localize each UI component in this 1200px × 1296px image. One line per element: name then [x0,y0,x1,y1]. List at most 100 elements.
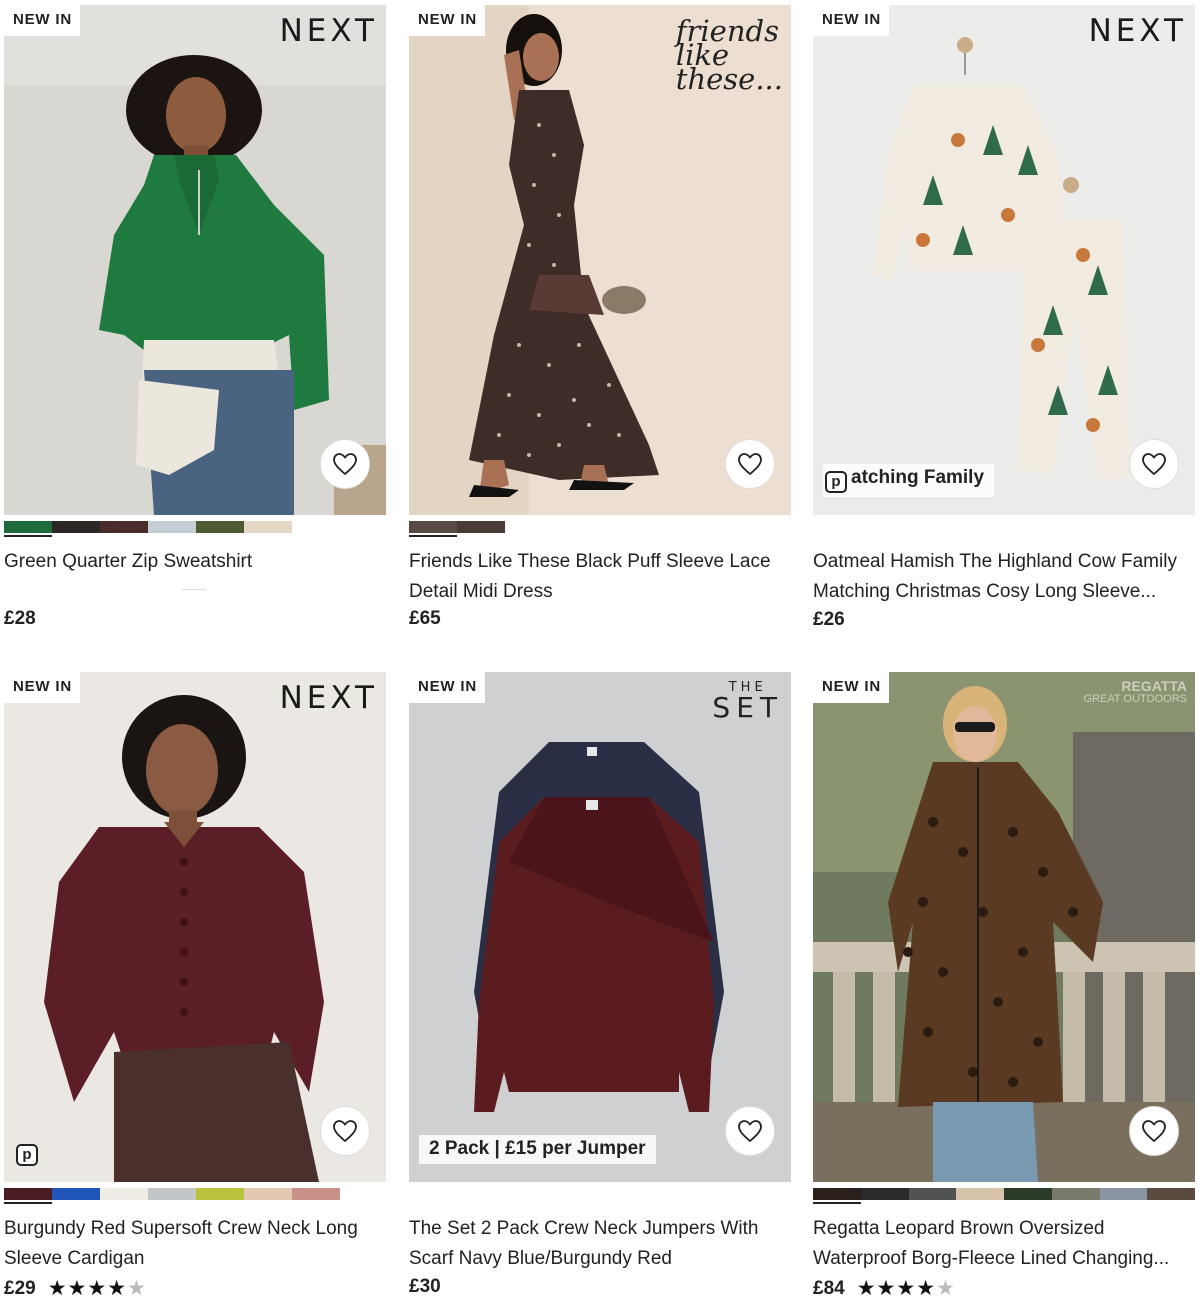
model-photo [813,672,1195,1182]
favourite-button[interactable] [725,439,775,489]
product-title-line: The Set 2 Pack Crew Neck Jumpers With [409,1218,759,1239]
colour-swatch[interactable] [292,1188,340,1200]
product-title[interactable]: Friends Like These Black Puff Sleeve Lac… [409,547,791,607]
colour-swatch[interactable] [409,521,457,537]
p-badge-icon: p [825,471,847,493]
colour-swatches[interactable] [4,521,386,537]
star-rating: ★★★★★ [48,1276,147,1296]
heart-outline-icon [1142,453,1166,476]
model-photo [4,5,386,515]
product-photo [409,672,791,1182]
product-title-line: Sleeve Cardigan [4,1248,145,1269]
star-icon: ★ [67,1277,88,1296]
p-badge-icon: p [16,1144,38,1166]
product-title[interactable]: The Set 2 Pack Crew Neck Jumpers With Sc… [409,1214,791,1274]
colour-swatch[interactable] [196,1188,244,1200]
product-card[interactable]: NEW IN REGATTA GREAT OUTDOORS Regatta Le… [813,672,1195,1296]
matching-family-label: p atching Family [823,464,995,497]
product-image[interactable]: NEW IN NEXT [4,5,386,515]
heart-outline-icon [1142,1120,1166,1143]
colour-swatches[interactable] [4,1188,386,1204]
favourite-button[interactable] [725,1106,775,1156]
product-card[interactable]: NEW IN NEXT p atching Family Oatmeal Hami… [813,5,1195,630]
new-in-badge: NEW IN [813,672,889,703]
colour-swatch[interactable] [813,1188,861,1204]
product-image[interactable]: NEW IN THE SET 2 Pack | £15 per Jumper [409,672,791,1182]
product-title-line: Oatmeal Hamish The Highland Cow Family [813,551,1177,572]
colour-swatch[interactable] [148,521,196,533]
colour-swatch[interactable] [4,521,52,537]
colour-swatches[interactable] [409,521,791,537]
star-icon: ★ [916,1277,937,1296]
new-in-badge: NEW IN [813,5,889,36]
product-title-line: Burgundy Red Supersoft Crew Neck Long [4,1218,358,1239]
colour-swatch[interactable] [860,1188,909,1200]
colour-swatch[interactable] [457,521,505,533]
brand-logo-line: these... [675,62,783,96]
product-image[interactable]: NEW IN friends like these... [409,5,791,515]
overlay-text: atching Family [851,467,985,488]
colour-swatch[interactable] [244,521,292,533]
heart-outline-icon [333,453,357,476]
price-row: £65 [409,608,441,630]
product-card[interactable]: NEW IN friends like these... Friends Lik… [409,5,791,629]
colour-swatch[interactable] [4,1188,52,1204]
brand-logo-main: SET [712,691,783,724]
colour-swatch[interactable] [52,521,100,533]
colour-swatch[interactable] [1004,1188,1052,1200]
brand-logo: REGATTA GREAT OUTDOORS [1083,678,1188,705]
favourite-button[interactable] [1129,439,1179,489]
product-title-line: Waterproof Borg-Fleece Lined Changing... [813,1248,1170,1269]
star-icon: ★ [47,1277,68,1296]
product-price: £26 [813,609,845,630]
star-icon: ★ [127,1277,147,1296]
price-row: £29 ★★★★★ [4,1276,147,1296]
heart-outline-icon [738,1120,762,1143]
price-row: £30 [409,1276,441,1296]
colour-swatch[interactable] [148,1188,196,1200]
colour-swatch[interactable] [1051,1188,1100,1200]
favourite-button[interactable] [320,439,370,489]
product-title-line: Friends Like These Black Puff Sleeve Lac… [409,551,771,572]
colour-swatch[interactable] [956,1188,1004,1200]
product-title[interactable]: Regatta Leopard Brown Oversized Waterpro… [813,1214,1195,1274]
colour-swatch[interactable] [100,1188,148,1200]
brand-logo: friends like these... [675,17,783,96]
brand-logo-main: REGATTA [1121,678,1187,694]
price-row: £28 [4,608,36,630]
colour-swatch[interactable] [52,1188,100,1200]
product-image[interactable]: NEW IN NEXT p [4,672,386,1182]
new-in-badge: NEW IN [409,5,485,36]
product-image[interactable]: NEW IN REGATTA GREAT OUTDOORS [813,672,1195,1182]
product-title-line: Scarf Navy Blue/Burgundy Red [409,1248,672,1269]
colour-swatches[interactable] [813,1188,1195,1204]
new-in-badge: NEW IN [4,5,80,36]
brand-logo-sub: GREAT OUTDOORS [1083,693,1188,705]
product-price: £29 [4,1277,36,1296]
star-icon: ★ [896,1277,917,1296]
heart-outline-icon [333,1120,357,1143]
product-title[interactable]: Oatmeal Hamish The Highland Cow Family M… [813,547,1195,607]
heart-outline-icon [738,453,762,476]
new-in-badge: NEW IN [409,672,485,703]
product-card[interactable]: NEW IN THE SET 2 Pack | £15 per Jumper T… [409,672,791,1296]
product-title-line: Matching Christmas Cosy Long Sleeve... [813,581,1157,602]
star-rating: ★★★★★ [857,1276,956,1296]
colour-swatch[interactable] [100,521,148,533]
star-icon: ★ [856,1277,877,1296]
colour-swatch[interactable] [908,1188,957,1200]
product-title[interactable]: Burgundy Red Supersoft Crew Neck Long Sl… [4,1214,386,1274]
star-icon: ★ [107,1277,128,1296]
favourite-button[interactable] [1129,1106,1179,1156]
brand-logo: NEXT [279,13,378,49]
colour-swatch[interactable] [196,521,244,533]
product-card[interactable]: NEW IN NEXT Green Quarter Zip Sweatshirt… [4,5,386,629]
colour-swatch[interactable] [1147,1188,1195,1200]
favourite-button[interactable] [320,1106,370,1156]
product-title[interactable]: Green Quarter Zip Sweatshirt [4,547,386,577]
product-card[interactable]: NEW IN NEXT p Burgundy Red Supersoft Cre… [4,672,386,1296]
colour-swatch[interactable] [244,1188,292,1200]
product-image[interactable]: NEW IN NEXT p atching Family [813,5,1195,515]
colour-swatch[interactable] [1099,1188,1148,1200]
product-photo [813,5,1195,515]
